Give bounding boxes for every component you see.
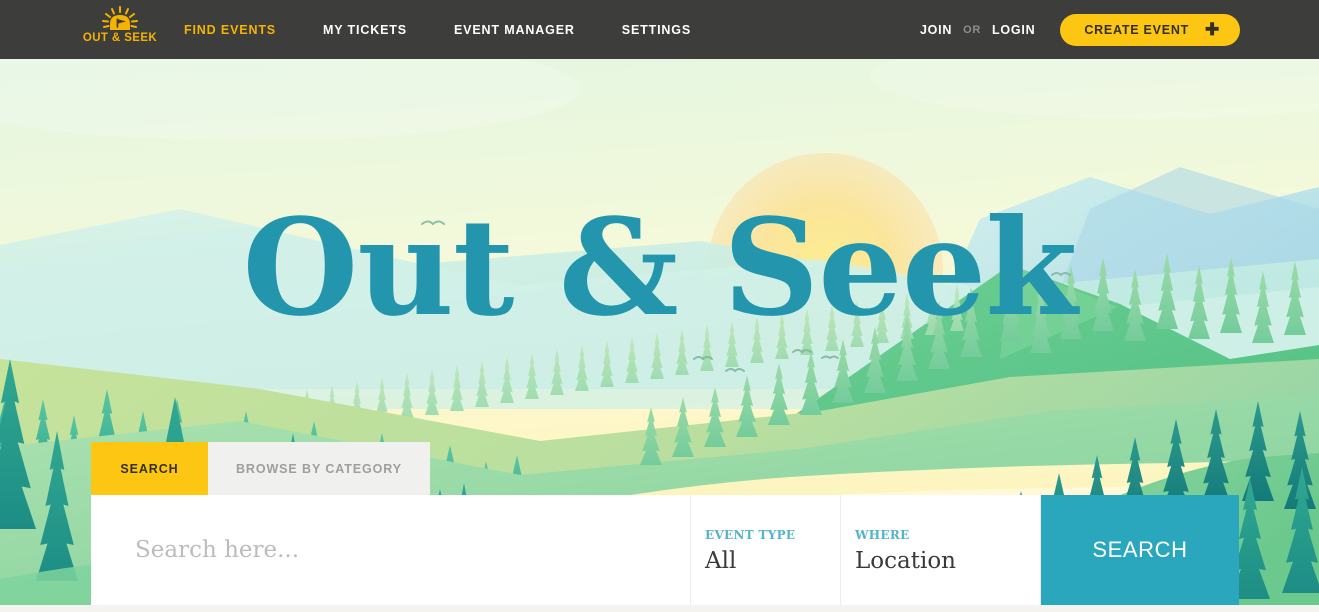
nav-item-event-manager[interactable]: EVENT MANAGER (454, 23, 575, 37)
search-submit-button[interactable]: SEARCH (1041, 495, 1239, 605)
event-type-select[interactable]: EVENT TYPE All (691, 495, 841, 605)
search-tabs: SEARCH BROWSE BY CATEGORY (91, 442, 1239, 495)
search-field-wrapper (91, 495, 691, 605)
where-select[interactable]: WHERE Location (841, 495, 1041, 605)
tab-search[interactable]: SEARCH (91, 442, 208, 495)
nav-item-find-events[interactable]: FIND EVENTS (184, 23, 276, 37)
where-label: WHERE (855, 527, 910, 542)
brand-logo[interactable]: OUT & SEEK (82, 6, 158, 52)
event-type-label: EVENT TYPE (705, 527, 796, 542)
brand-name: OUT & SEEK (82, 32, 158, 44)
login-link[interactable]: LOGIN (992, 23, 1035, 37)
account-actions: JOIN OR LOGIN CREATE EVENT ✚ (920, 0, 1240, 59)
create-event-label: CREATE EVENT (1084, 22, 1189, 37)
or-separator-label: OR (963, 23, 982, 36)
join-link[interactable]: JOIN (920, 23, 952, 37)
main-nav-links: FIND EVENTS MY TICKETS EVENT MANAGER SET… (184, 0, 691, 59)
search-input[interactable] (135, 537, 690, 563)
nav-item-settings[interactable]: SETTINGS (622, 23, 691, 37)
page-root: OUT & SEEK FIND EVENTS MY TICKETS EVENT … (0, 0, 1319, 612)
nav-item-my-tickets[interactable]: MY TICKETS (323, 23, 407, 37)
top-navigation-bar: OUT & SEEK FIND EVENTS MY TICKETS EVENT … (0, 0, 1319, 59)
event-search-widget: SEARCH BROWSE BY CATEGORY EVENT TYPE All… (91, 442, 1239, 605)
tab-browse-by-category[interactable]: BROWSE BY CATEGORY (208, 442, 430, 495)
create-event-button[interactable]: CREATE EVENT ✚ (1060, 13, 1240, 46)
event-type-value: All (705, 547, 737, 574)
plus-icon: ✚ (1205, 20, 1220, 39)
search-panel: EVENT TYPE All WHERE Location SEARCH (91, 495, 1239, 605)
where-value: Location (855, 547, 956, 574)
page-bottom-strip (0, 605, 1319, 612)
sun-tent-icon (93, 6, 147, 32)
